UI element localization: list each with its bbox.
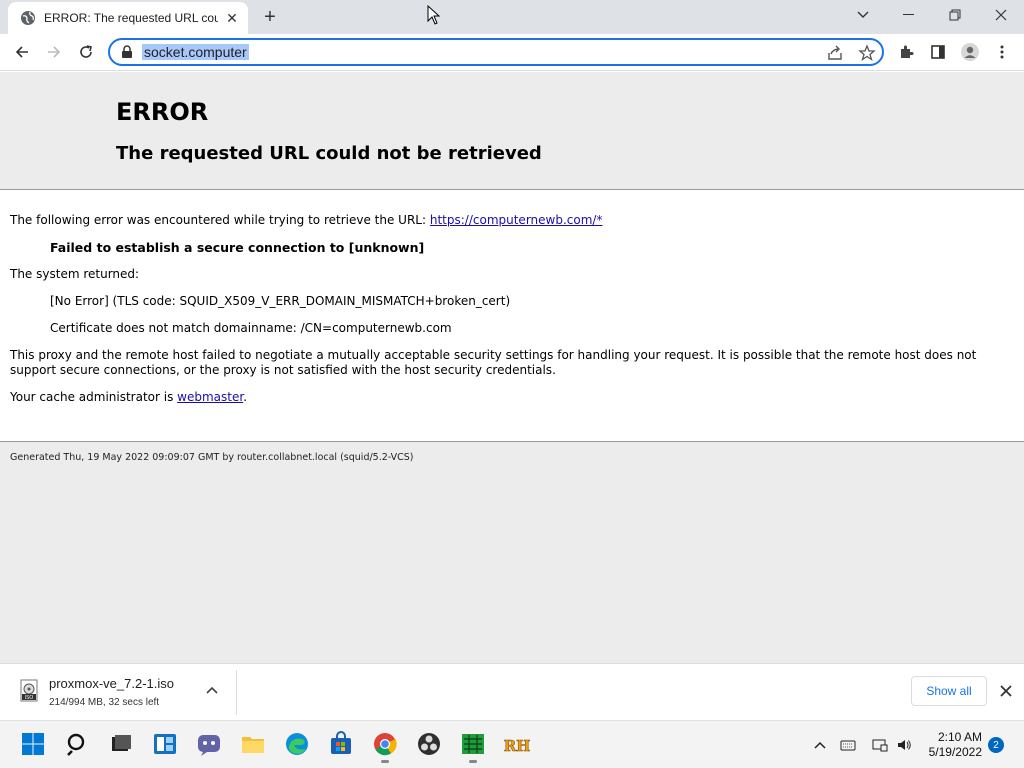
clock-time: 2:10 AM <box>937 730 982 744</box>
browser-tab[interactable]: ERROR: The requested URL could not be re… <box>8 2 248 34</box>
show-all-button[interactable]: Show all <box>911 676 987 706</box>
restore-icon <box>949 9 961 21</box>
failure-message: Failed to establish a secure connection … <box>50 240 425 255</box>
admin-prefix: Your cache administrator is <box>10 390 174 404</box>
chrome-active-indicator <box>381 760 389 763</box>
volume-icon[interactable] <box>896 737 912 753</box>
error-title: ERROR <box>116 98 209 126</box>
search-icon[interactable] <box>64 731 90 757</box>
avatar-icon <box>961 43 979 61</box>
generated-footer: Generated Thu, 19 May 2022 09:09:07 GMT … <box>10 452 414 463</box>
forward-arrow-icon <box>48 46 61 58</box>
profile-button[interactable] <box>956 38 984 66</box>
globe-icon <box>21 11 35 25</box>
lock-icon[interactable] <box>120 45 134 59</box>
minimize-button[interactable] <box>886 0 932 30</box>
resource-hacker-icon[interactable]: RH <box>504 731 530 757</box>
download-status: 214/994 MB, 32 secs left <box>49 697 160 708</box>
puzzle-icon <box>901 45 914 58</box>
clock-date: 5/19/2022 <box>928 745 982 759</box>
explanation-text: This proxy and the remote host failed to… <box>10 348 977 377</box>
intro-line: The following error was encountered whil… <box>10 213 602 227</box>
star-icon[interactable] <box>858 44 876 62</box>
system-clock[interactable]: 2:10 AM 5/19/2022 <box>922 730 982 760</box>
url-text[interactable]: socket.computer <box>142 44 249 60</box>
side-panel-icon <box>931 45 945 59</box>
file-explorer-icon[interactable] <box>240 731 266 757</box>
forward-button[interactable] <box>40 38 68 66</box>
admin-line: Your cache administrator is webmaster. <box>10 390 247 404</box>
minimize-icon <box>903 14 914 15</box>
chrome-browser-icon[interactable] <box>372 731 398 757</box>
restore-button[interactable] <box>932 0 978 30</box>
download-shelf: ISO proxmox-ve_7.2-1.iso 214/994 MB, 32 … <box>0 663 1024 720</box>
side-panel-button[interactable] <box>924 38 952 66</box>
chevron-down-icon <box>857 11 869 18</box>
task-view-icon[interactable] <box>108 731 134 757</box>
notification-badge[interactable]: 2 <box>988 737 1004 753</box>
system-returned-label: The system returned: <box>10 267 140 281</box>
kebab-menu-icon <box>1000 45 1004 59</box>
tab-close-icon[interactable]: ✕ <box>224 10 240 26</box>
store-icon[interactable] <box>328 731 354 757</box>
chevron-up-icon[interactable] <box>812 737 828 753</box>
new-tab-button[interactable]: + <box>258 6 282 28</box>
share-icon[interactable] <box>826 44 844 62</box>
mouse-cursor-icon <box>427 5 441 25</box>
tab-title: ERROR: The requested URL could not be re… <box>44 11 218 25</box>
widgets-icon[interactable] <box>152 731 178 757</box>
title-bar: ERROR: The requested URL could not be re… <box>0 0 1024 34</box>
network-tool-icon[interactable] <box>460 731 486 757</box>
app-active-indicator <box>469 760 477 763</box>
chevron-up-icon[interactable] <box>204 682 220 698</box>
teams-chat-icon[interactable] <box>196 731 222 757</box>
keyboard-icon[interactable] <box>840 737 856 753</box>
reload-icon <box>80 45 92 58</box>
error-body: The following error was encountered whil… <box>0 190 1024 442</box>
error-header: ERROR The requested URL could not be ret… <box>0 72 1024 190</box>
edge-browser-icon[interactable] <box>284 731 310 757</box>
page-content: ERROR The requested URL could not be ret… <box>0 72 1024 663</box>
close-shelf-icon[interactable] <box>997 682 1015 700</box>
svg-text:RH: RH <box>504 737 530 755</box>
iso-file-icon[interactable]: ISO <box>16 678 42 704</box>
download-filename[interactable]: proxmox-ve_7.2-1.iso <box>49 676 174 691</box>
reload-button[interactable] <box>72 38 100 66</box>
intro-text: The following error was encountered whil… <box>10 213 427 227</box>
address-bar[interactable]: socket.computer <box>108 38 884 66</box>
back-button[interactable] <box>8 38 36 66</box>
close-window-button[interactable] <box>978 0 1024 30</box>
network-icon[interactable] <box>872 737 888 753</box>
error-subtitle: The requested URL could not be retrieved <box>116 143 542 164</box>
taskbar: RH 2:10 AM 5/19/2022 2 <box>0 720 1024 768</box>
close-icon <box>995 9 1007 21</box>
menu-button[interactable] <box>988 38 1016 66</box>
requested-url-link[interactable]: https://computernewb.com/* <box>430 213 603 227</box>
shelf-divider <box>236 670 237 715</box>
browser-toolbar: socket.computer <box>0 34 1024 71</box>
certificate-message: Certificate does not match domainname: /… <box>50 321 452 335</box>
windows-start-icon[interactable] <box>20 731 46 757</box>
admin-suffix: . <box>243 390 248 404</box>
back-arrow-icon <box>15 46 28 58</box>
svg-text:ISO: ISO <box>25 695 34 701</box>
extensions-button[interactable] <box>892 38 920 66</box>
webmaster-link[interactable]: webmaster <box>177 390 243 404</box>
obs-studio-icon[interactable] <box>416 731 442 757</box>
error-code: [No Error] (TLS code: SQUID_X509_V_ERR_D… <box>50 294 511 308</box>
tab-search-button[interactable] <box>840 0 886 30</box>
